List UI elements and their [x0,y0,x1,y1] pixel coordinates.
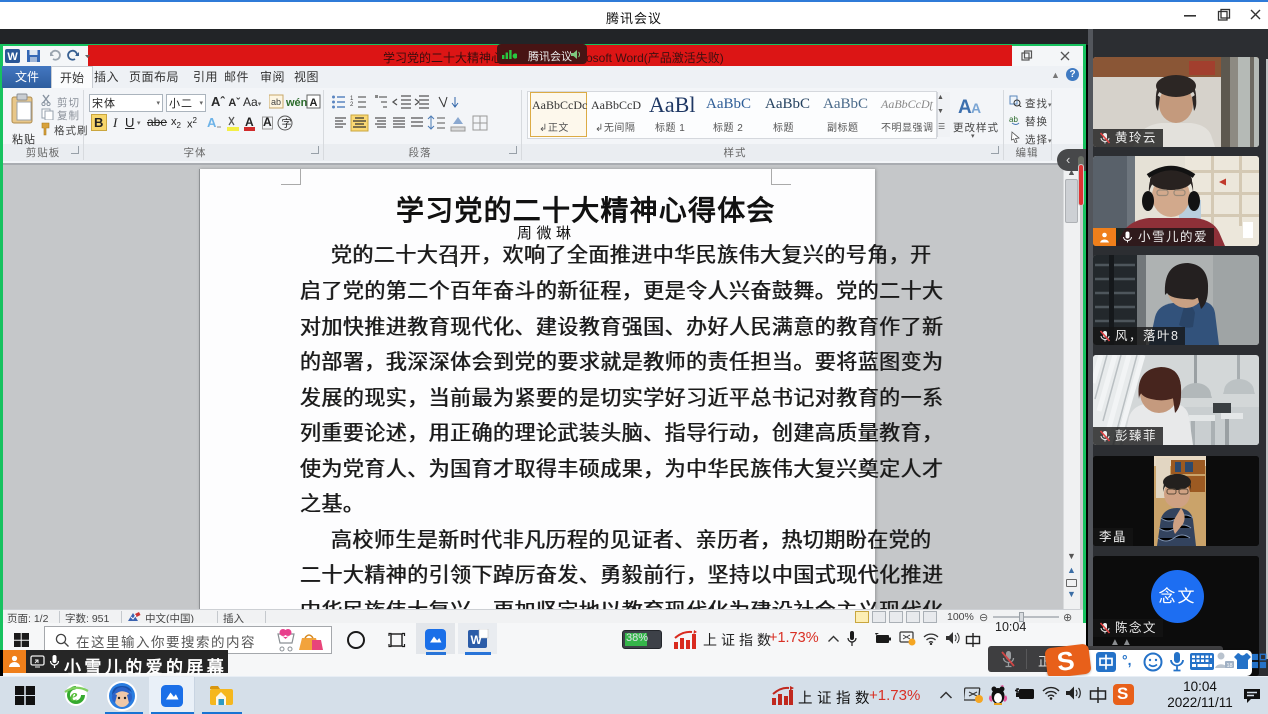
svg-text:ab: ab [1009,115,1018,124]
svg-text:A: A [310,97,318,109]
svg-text:W: W [471,633,483,647]
svg-text:A: A [958,97,972,118]
svg-text:W: W [7,51,18,63]
svg-text:wén: wén [285,97,308,109]
svg-text:A: A [971,100,981,116]
svg-text:ab: ab [271,97,281,107]
svg-text:字: 字 [282,117,292,130]
svg-text:2: 2 [350,102,354,108]
svg-text:A: A [245,115,254,129]
svg-text:A: A [207,115,217,130]
